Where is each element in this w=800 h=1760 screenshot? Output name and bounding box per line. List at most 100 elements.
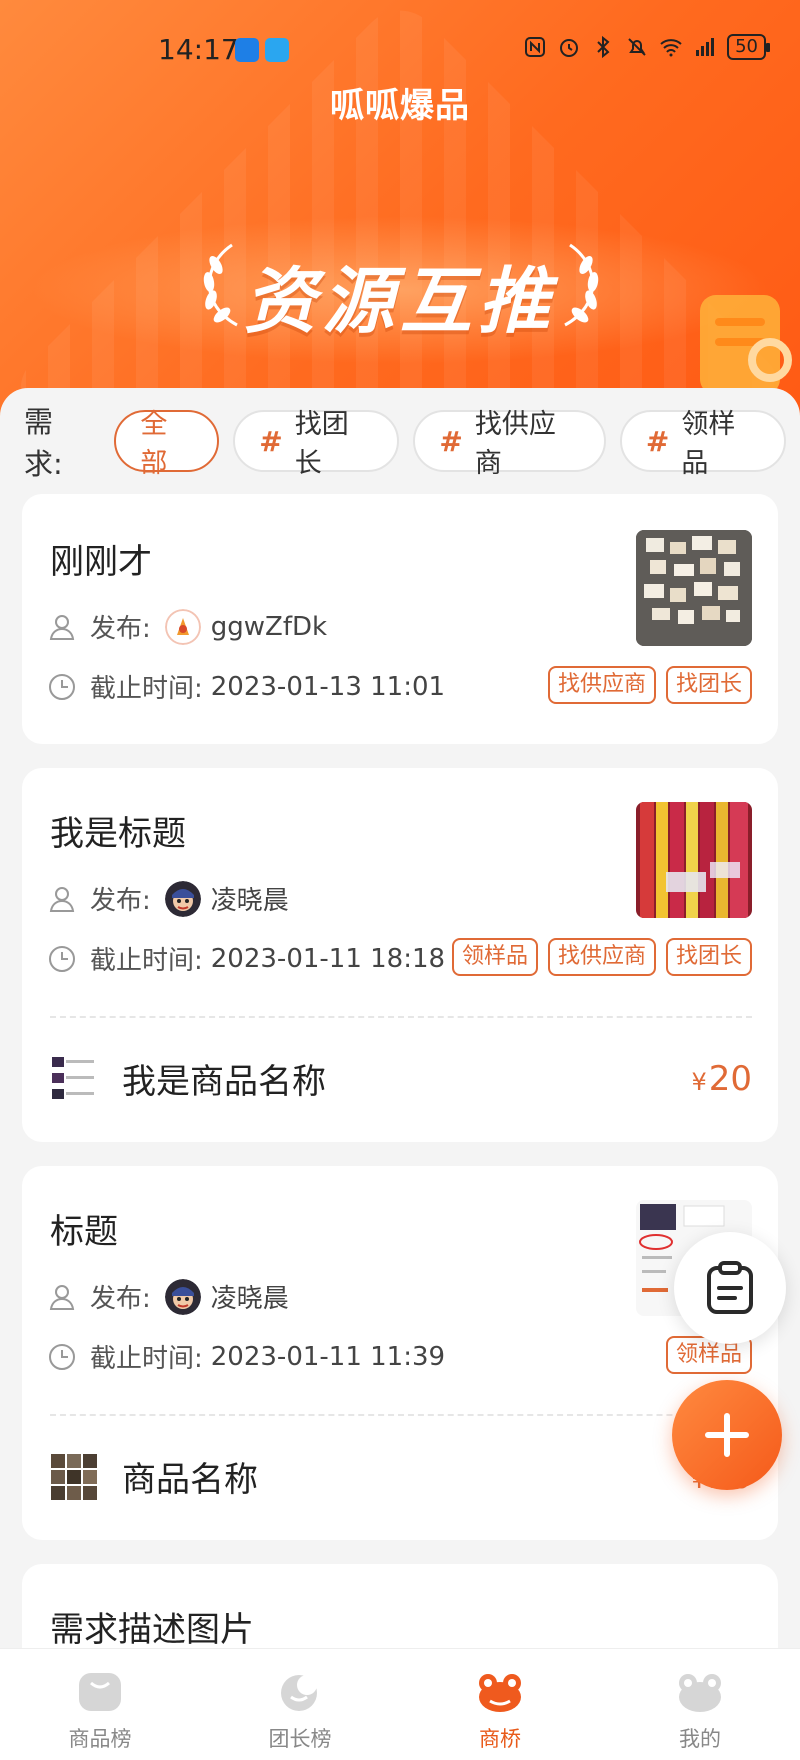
box-icon: [79, 1673, 121, 1711]
my-demands-button[interactable]: [674, 1232, 786, 1344]
publisher-row: 发布: 凌晓晨: [48, 1278, 289, 1315]
deadline-label: 截止时间:: [90, 1344, 203, 1374]
chip-label: 全部: [140, 409, 168, 479]
nfc-icon: [525, 37, 546, 57]
mute-bell-icon: [628, 38, 646, 56]
publisher-row: 发布: ggwZfDk: [48, 608, 327, 645]
linked-product[interactable]: 商品名称 ¥20: [50, 1452, 752, 1501]
hash-icon: #: [439, 424, 463, 458]
publish-label: 发布:: [90, 614, 151, 644]
price-value: 20: [708, 1058, 752, 1099]
deadline-value: 2023-01-11 11:39: [210, 1341, 446, 1372]
bluetooth-icon: [597, 35, 610, 59]
product-thumbnail: [50, 1452, 98, 1501]
laurel-right-icon: [564, 243, 599, 327]
chip-find-leader[interactable]: # 找团长: [233, 409, 400, 479]
card-thumbnail[interactable]: [636, 530, 752, 646]
tab-label: 商品榜: [68, 1727, 132, 1751]
alarm-icon: [560, 39, 579, 57]
deadline-value: 2023-01-11 18:18: [210, 943, 446, 974]
clipboard-icon: [707, 1261, 753, 1314]
cloud-icon: [265, 38, 289, 62]
tag: 找供应商: [547, 666, 656, 704]
currency-symbol: ¥: [691, 1067, 707, 1096]
product-name: 商品名称: [122, 1460, 258, 1500]
tab-business-bridge[interactable]: 商桥: [400, 1649, 600, 1760]
product-photo-image: [636, 802, 752, 918]
card-divider: [50, 1414, 752, 1416]
demand-card[interactable]: 标题 发布: 凌晓晨 截止时间: 2023-01-11 11:39 领样品 商品…: [22, 1166, 778, 1540]
chip-label: 领样品: [681, 409, 736, 479]
product-thumbnail: [50, 1054, 98, 1103]
card-title: 刚刚才: [50, 542, 152, 582]
publisher-row: 发布: 凌晓晨: [48, 880, 289, 917]
clock-icon: [49, 945, 75, 972]
clock-icon: [49, 673, 75, 700]
tab-leader-ranking[interactable]: 团长榜: [200, 1649, 400, 1760]
product-name: 我是商品名称: [122, 1062, 326, 1102]
hash-icon: #: [645, 424, 670, 458]
deadline-label: 截止时间:: [90, 946, 203, 976]
frog-icon: [479, 1674, 521, 1712]
deadline-value: 2023-01-13 11:01: [210, 671, 446, 702]
moon-icon: [281, 1675, 317, 1711]
deadline-row: 截止时间: 2023-01-11 11:39: [48, 1338, 445, 1375]
user-icon: [49, 1284, 75, 1310]
publish-label: 发布:: [90, 886, 151, 916]
publisher-name: ggwZfDk: [210, 611, 328, 642]
publisher-name: 凌晓晨: [210, 1284, 289, 1314]
chip-get-samples[interactable]: # 领样品: [619, 409, 786, 479]
notification-app-icon: [235, 38, 259, 62]
card-divider: [50, 1016, 752, 1018]
demand-card[interactable]: 我是标题 发布: 凌晓晨 截止时间: 2023-01-11 18:18 领样品 …: [22, 768, 778, 1142]
tab-label: 我的: [679, 1727, 721, 1751]
tag: 找供应商: [547, 938, 656, 976]
avatar: [164, 608, 201, 645]
tag-list: 找供应商 找团长: [547, 666, 752, 704]
chip-find-supplier[interactable]: # 找供应商: [413, 409, 606, 479]
tag: 找团长: [665, 666, 752, 704]
add-demand-button[interactable]: [672, 1380, 782, 1490]
tab-label: 商桥: [479, 1727, 521, 1751]
clock-icon: [49, 1343, 75, 1370]
plus-icon: [705, 1413, 749, 1457]
user-icon: [49, 886, 75, 912]
avatar: [164, 880, 201, 917]
avatar: [164, 1278, 201, 1315]
tag: 找团长: [665, 938, 752, 976]
card-title: 需求描述图片: [50, 1610, 254, 1650]
deadline-label: 截止时间:: [90, 674, 203, 704]
tab-label: 团长榜: [268, 1727, 332, 1751]
deadline-row: 截止时间: 2023-01-13 11:01: [48, 668, 445, 705]
signal-icon: [696, 38, 715, 56]
status-icons: 50: [523, 34, 770, 60]
food-photo-image: [636, 530, 752, 646]
linked-product[interactable]: 我是商品名称 ¥20: [50, 1054, 752, 1103]
tag-list: 领样品 找供应商 找团长: [451, 938, 752, 976]
banner-title: 资源互推: [243, 259, 556, 343]
publish-label: 发布:: [90, 1284, 151, 1314]
app-title: 呱呱爆品: [330, 86, 470, 126]
bottom-tab-bar: 商品榜 团长榜 商桥 我的: [0, 1648, 800, 1760]
wifi-icon: [660, 39, 682, 57]
frog-face-icon: [679, 1674, 721, 1712]
deadline-row: 截止时间: 2023-01-11 18:18: [48, 940, 445, 977]
card-title: 我是标题: [50, 814, 186, 854]
product-price: ¥20: [691, 1059, 752, 1099]
battery-indicator: 50: [727, 34, 770, 60]
publisher-name: 凌晓晨: [210, 886, 289, 916]
card-thumbnail[interactable]: [636, 802, 752, 918]
chip-label: 找团长: [294, 409, 349, 479]
user-icon: [49, 614, 75, 640]
hash-icon: #: [259, 424, 283, 458]
filter-label: 需求:: [24, 405, 63, 481]
tag: 领样品: [451, 938, 538, 976]
demand-card[interactable]: 刚刚才 发布: ggwZfDk 截止时间: 2023-01-13 11:01 找…: [22, 494, 778, 744]
filter-row: 需求: 全部 # 找团长 # 找供应商 # 领样品: [24, 405, 800, 481]
chip-all[interactable]: 全部: [114, 409, 220, 479]
chip-label: 找供应商: [474, 409, 556, 479]
tab-product-ranking[interactable]: 商品榜: [0, 1649, 200, 1760]
card-title: 标题: [50, 1212, 118, 1252]
status-time: 14:17: [158, 33, 239, 66]
tab-mine[interactable]: 我的: [600, 1649, 800, 1760]
